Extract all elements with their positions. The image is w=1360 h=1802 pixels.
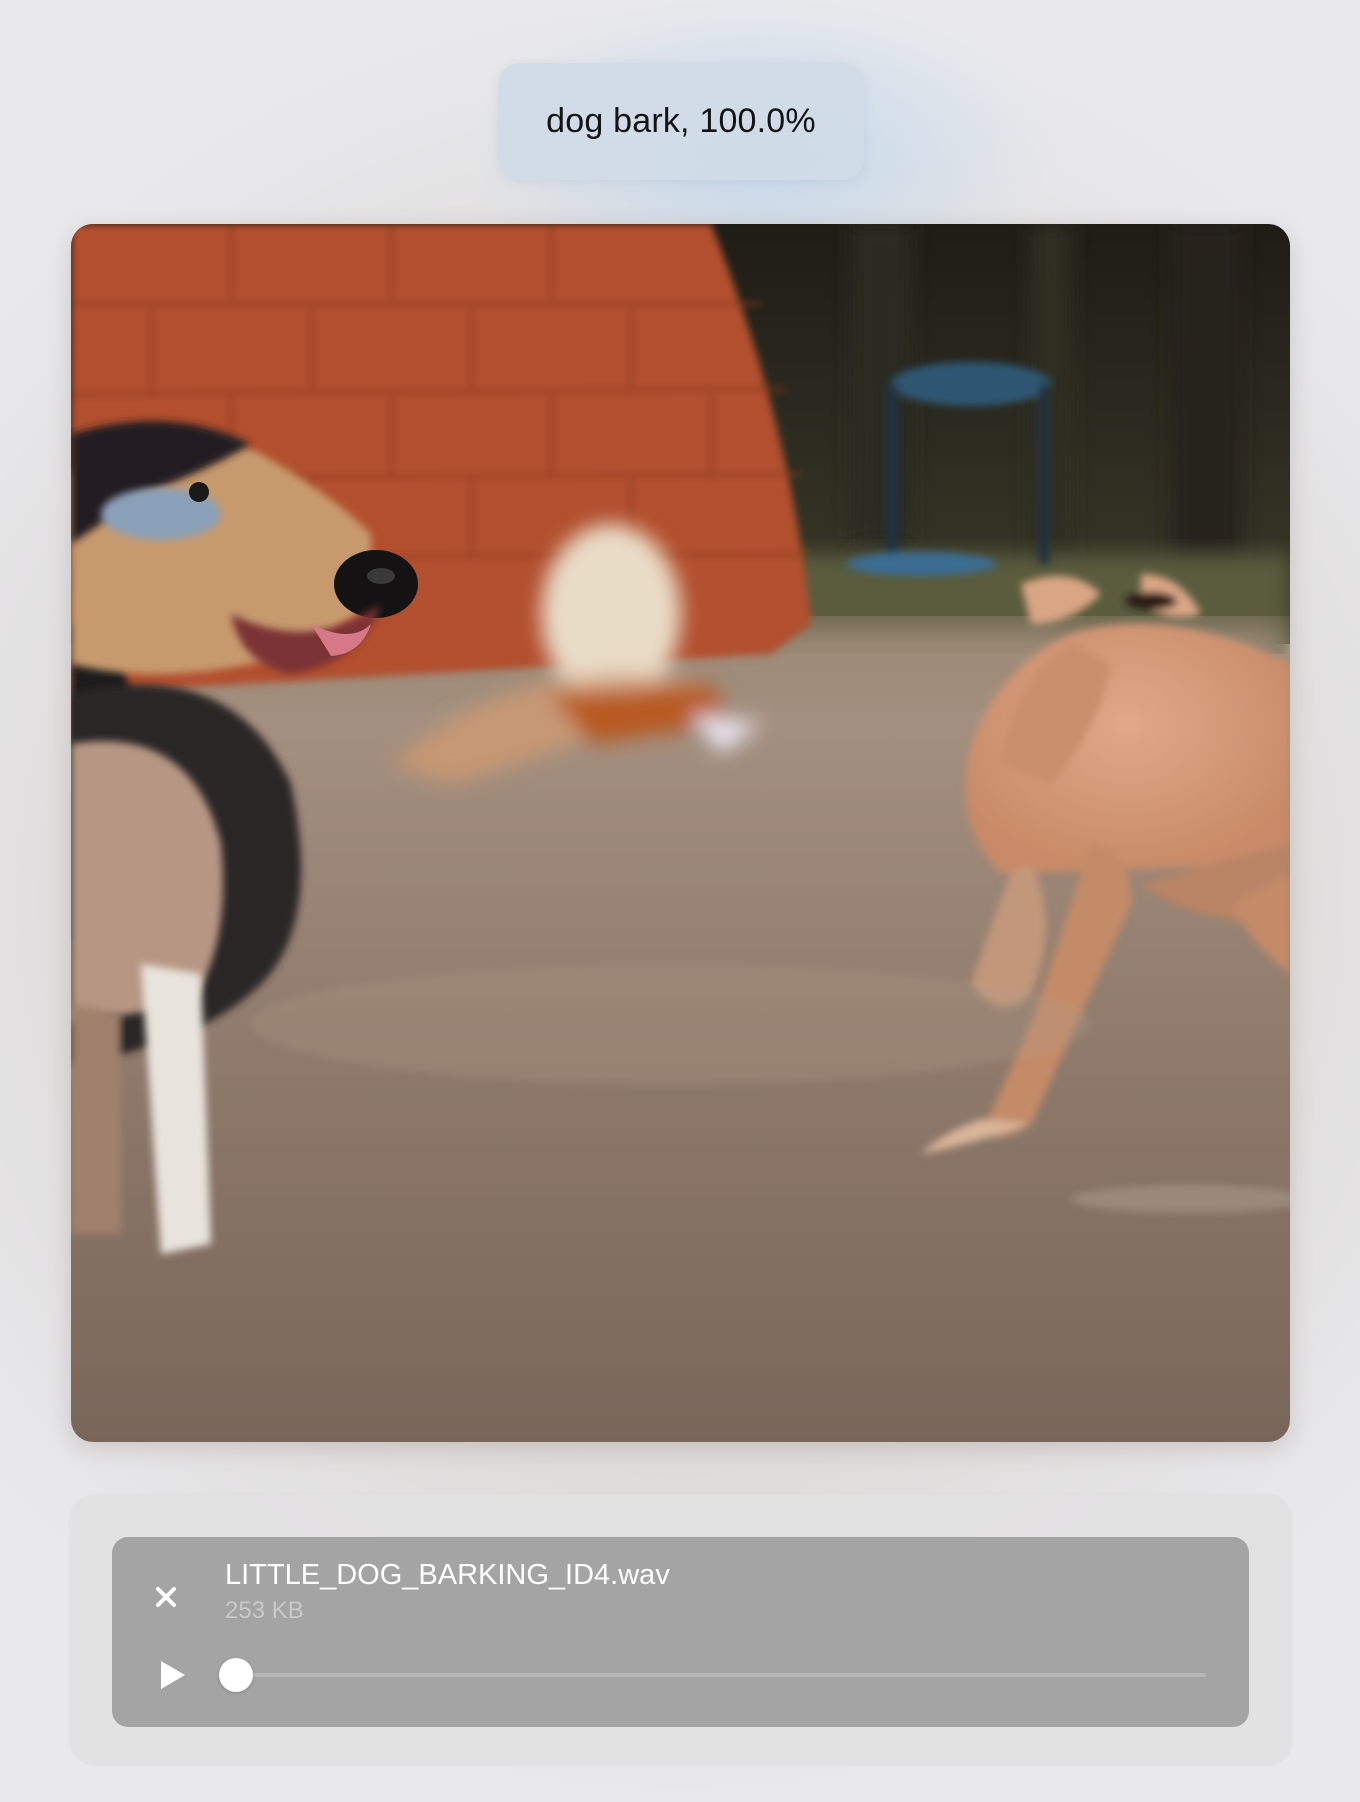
audio-file-name: LITTLE_DOG_BARKING_ID4.wav [225,1559,670,1591]
play-icon [161,1661,185,1689]
audio-file-size: 253 KB [225,1597,304,1624]
close-icon [156,1587,176,1607]
classification-label: dog bark, 100.0% [498,63,864,180]
audio-player: LITTLE_DOG_BARKING_ID4.wav 253 KB [112,1537,1249,1727]
seek-bar[interactable] [219,1658,1206,1692]
classification-label-text: dog bark, 100.0% [546,102,816,140]
generated-image [71,224,1290,1442]
seek-thumb[interactable] [219,1658,253,1692]
audio-player-card: LITTLE_DOG_BARKING_ID4.wav 253 KB [70,1494,1292,1764]
play-button[interactable] [158,1659,188,1691]
close-button[interactable] [152,1583,180,1611]
